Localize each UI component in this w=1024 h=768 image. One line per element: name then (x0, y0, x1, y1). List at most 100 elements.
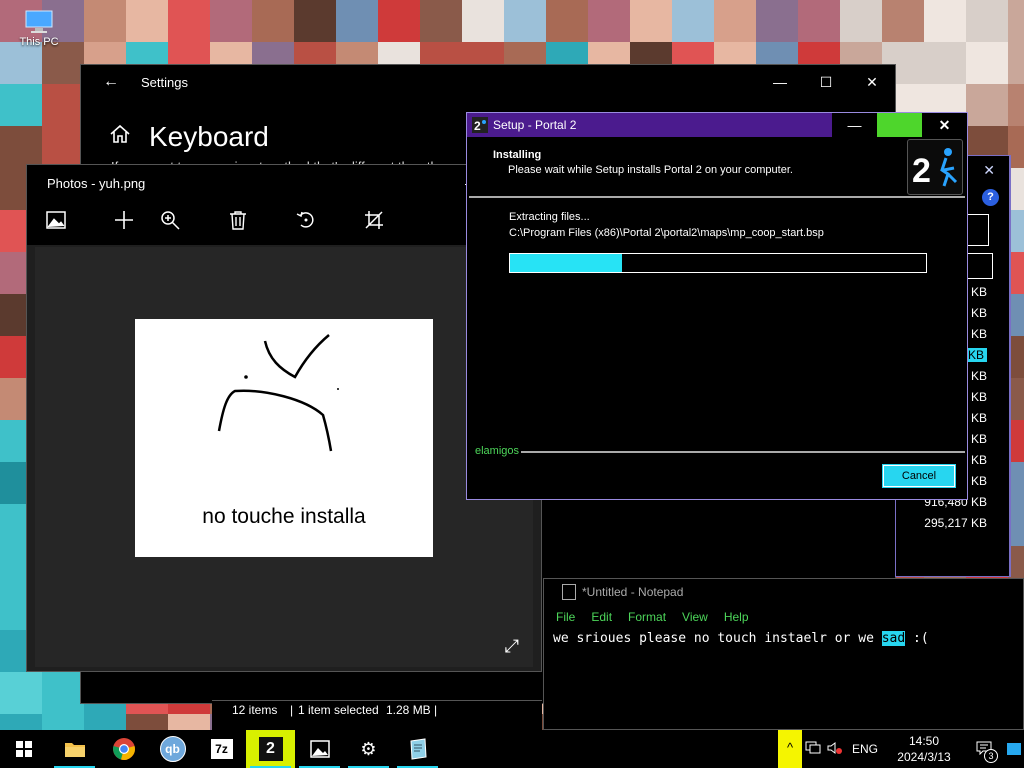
photo-image: no touche installa (135, 319, 433, 557)
notepad-icon (409, 738, 427, 760)
start-button[interactable] (0, 730, 48, 768)
crop-icon[interactable] (345, 210, 403, 236)
setup-window[interactable]: 2 Setup - Portal 2 — ☐ ✕ Installing Plea… (466, 112, 968, 500)
selected-text: sad (881, 631, 906, 646)
extracting-label: Extracting files... (509, 211, 590, 223)
close-button[interactable]: ✕ (922, 113, 967, 137)
delete-icon[interactable] (209, 210, 267, 236)
wallpaper-pixel (42, 126, 84, 168)
computer-icon (25, 10, 53, 34)
back-arrow-icon[interactable]: ← (81, 73, 141, 91)
settings-titlebar[interactable]: ← Settings — ☐ ✕ (81, 65, 895, 99)
qbittorrent-icon: qb (159, 736, 186, 762)
notification-count-badge: 3 (984, 748, 998, 763)
home-icon[interactable] (109, 124, 131, 150)
photos-icon (309, 740, 330, 758)
cancel-button[interactable]: Cancel (882, 464, 956, 488)
brand-label: elamigos (475, 445, 520, 457)
wallpaper-pixel (1008, 84, 1024, 126)
setup-titlebar[interactable]: 2 Setup - Portal 2 — ☐ ✕ (467, 113, 967, 137)
desktop-icon-this-pc[interactable]: This PC (14, 10, 64, 48)
taskbar-portal2-setup[interactable]: 2 (246, 730, 295, 768)
svg-text:2: 2 (912, 152, 931, 190)
notepad-text-area[interactable]: we srioues please no touch instaelr or w… (544, 631, 1023, 646)
notepad-menu-bar: File Edit Format View Help (544, 605, 1023, 629)
volume-muted-icon[interactable] (824, 741, 846, 758)
folder-icon (64, 743, 85, 757)
taskbar-qbittorrent[interactable]: qb (148, 730, 197, 768)
clock-time: 14:50 (908, 734, 940, 748)
help-icon[interactable]: ? (982, 189, 999, 206)
wallpaper-pixel (168, 714, 210, 730)
taskbar-notepad[interactable] (393, 730, 442, 768)
photos-toolbar (27, 201, 541, 245)
maximize-button[interactable]: ☐ (877, 113, 922, 137)
wallpaper-pixel (966, 84, 1008, 126)
language-indicator[interactable]: ENG (846, 742, 884, 756)
wallpaper-pixel (378, 0, 420, 42)
close-icon[interactable]: ✕ (983, 162, 995, 179)
wallpaper-pixel (126, 714, 168, 730)
wallpaper-pixel (756, 0, 798, 42)
menu-help[interactable]: Help (724, 610, 749, 624)
wallpaper-pixel (294, 0, 336, 42)
taskbar-settings[interactable]: ⚙ (344, 730, 393, 768)
rotate-icon[interactable] (277, 210, 335, 236)
portal-logo-icon: 2 (472, 117, 488, 133)
show-desktop-button[interactable] (1004, 730, 1024, 768)
notepad-window[interactable]: *Untitled - Notepad File Edit Format Vie… (543, 578, 1024, 730)
status-size: 1.28 MB (386, 703, 431, 717)
taskbar-7zip[interactable]: 7z (197, 730, 246, 768)
wallpaper-pixel (252, 0, 294, 42)
wallpaper-pixel (84, 0, 126, 42)
wallpaper-pixel (420, 0, 462, 42)
chrome-icon (112, 738, 135, 760)
wallpaper-pixel (672, 0, 714, 42)
zoom-in-icon[interactable] (141, 210, 199, 236)
text-before: we srioues please no touch instaelr or w… (553, 631, 882, 646)
wallpaper-pixel (210, 0, 252, 42)
menu-format[interactable]: Format (628, 610, 666, 624)
taskbar-chrome[interactable] (99, 730, 148, 768)
menu-edit[interactable]: Edit (591, 610, 612, 624)
wallpaper-pixel (42, 42, 84, 84)
photos-window[interactable]: Photos - yuh.png — ☐ (26, 164, 542, 672)
file-size-cell[interactable]: 295,217 KB (924, 513, 987, 534)
footer-separator (521, 451, 965, 453)
photo-canvas: no touche installa ⤢ (35, 247, 533, 667)
minimize-button[interactable]: — (757, 74, 803, 91)
photos-titlebar[interactable]: Photos - yuh.png — ☐ (27, 165, 541, 201)
text-after: :( (905, 631, 929, 646)
wallpaper-pixel (0, 84, 42, 126)
network-icon[interactable] (802, 741, 824, 758)
gallery-icon[interactable] (27, 211, 85, 235)
menu-view[interactable]: View (682, 610, 708, 624)
menu-file[interactable]: File (556, 610, 575, 624)
minimize-button[interactable]: — (832, 113, 877, 137)
wallpaper-pixel (798, 0, 840, 42)
windows-icon (16, 741, 32, 757)
portal2-icon: 2 (258, 737, 283, 761)
wallpaper-pixel (924, 42, 966, 84)
wallpaper-pixel (42, 84, 84, 126)
action-center-icon[interactable]: 3 (964, 741, 1004, 763)
close-button[interactable]: ✕ (849, 74, 895, 91)
maximize-button[interactable]: ☐ (803, 74, 849, 91)
wallpaper-pixel (504, 0, 546, 42)
portal2-logo-icon: 2 (907, 139, 963, 195)
fullscreen-icon[interactable]: ⤢ (505, 636, 519, 657)
show-hidden-icons-button[interactable]: ^ (778, 730, 802, 768)
wallpaper-pixel (882, 0, 924, 42)
clock[interactable]: 14:50 2024/3/13 (884, 733, 964, 765)
notepad-titlebar[interactable]: *Untitled - Notepad (544, 579, 1023, 605)
wallpaper-pixel (630, 0, 672, 42)
wallpaper-pixel (966, 0, 1008, 42)
wallpaper-pixel (0, 714, 42, 730)
photos-title: Photos - yuh.png (47, 175, 146, 191)
wallpaper-pixel (0, 42, 42, 84)
system-tray: ^ ENG 14:50 2024/3/13 3 (778, 730, 1024, 768)
taskbar-photos[interactable] (295, 730, 344, 768)
wallpaper-pixel (924, 0, 966, 42)
wallpaper-pixel (1008, 0, 1024, 42)
taskbar-file-explorer[interactable] (50, 730, 99, 768)
